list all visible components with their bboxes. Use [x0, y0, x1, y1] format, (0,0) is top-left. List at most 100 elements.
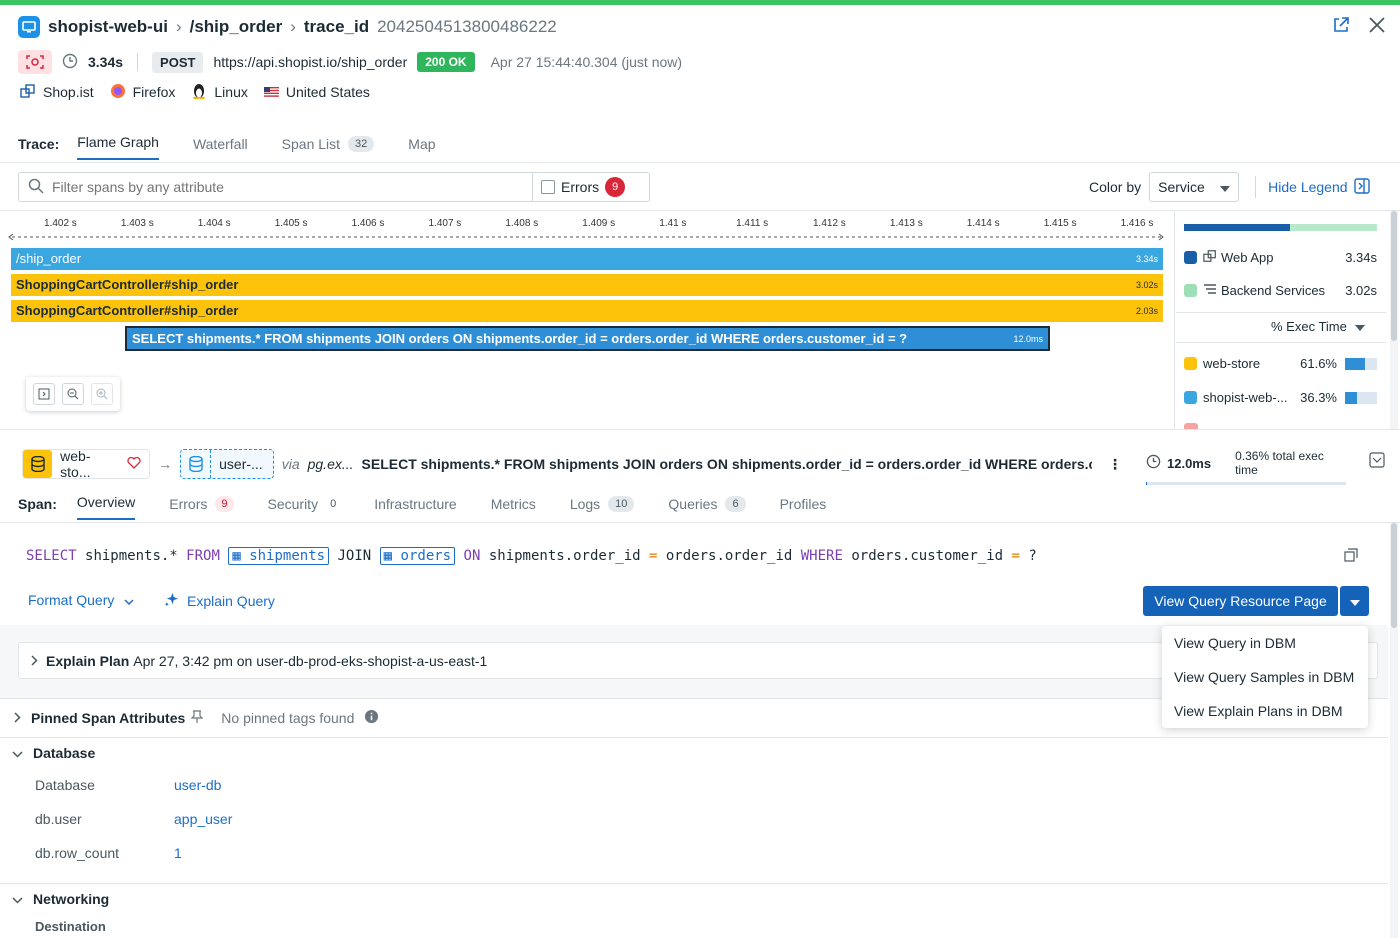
tab-waterfall[interactable]: Waterfall: [193, 136, 248, 160]
trace-id-label: trace_id: [303, 17, 370, 36]
tag-browser[interactable]: Firefox: [110, 83, 175, 102]
timeline-tick: 1.412 s: [813, 218, 846, 229]
http-method: POST: [152, 51, 204, 73]
collapse-icon[interactable]: [1369, 452, 1385, 471]
tag-app[interactable]: Shop.ist: [20, 83, 94, 102]
chevron-right-icon: [31, 653, 38, 669]
database-section-toggle[interactable]: Database: [12, 745, 95, 761]
sparkle-icon: [164, 592, 179, 610]
trace-header: shopist-web-ui › /ship_order › trace_id …: [18, 14, 557, 40]
from-service-chip[interactable]: web-sto...: [22, 448, 151, 480]
resource-name[interactable]: /ship_order: [190, 17, 283, 37]
tab-flame-graph[interactable]: Flame Graph: [77, 134, 159, 160]
tab-queries[interactable]: Queries 6: [668, 496, 746, 520]
view-query-resource-button[interactable]: View Query Resource Page: [1143, 586, 1338, 616]
hide-legend-button[interactable]: Hide Legend: [1268, 177, 1370, 197]
timeline-tick: 1.403 s: [120, 218, 154, 229]
trace-tabs-label: Trace:: [18, 136, 60, 152]
timeline-tick: 1.411 s: [736, 218, 769, 229]
divider: [1176, 312, 1386, 313]
table-link-orders[interactable]: ▦ orders: [379, 547, 456, 565]
divider: [0, 429, 1400, 430]
networking-section-toggle[interactable]: Networking: [12, 891, 109, 907]
resource-dropdown-menu: View Query in DBM View Query Samples in …: [1162, 626, 1368, 728]
attr-key-db-user: db.user: [35, 811, 82, 827]
format-query-button[interactable]: Format Query: [28, 592, 134, 608]
tab-errors[interactable]: Errors 9: [169, 496, 234, 520]
request-url[interactable]: https://api.shopist.io/ship_order: [213, 54, 407, 70]
tab-infrastructure[interactable]: Infrastructure: [374, 496, 456, 520]
explain-query-button[interactable]: Explain Query: [164, 592, 275, 610]
tab-map[interactable]: Map: [408, 136, 435, 160]
attr-value-database[interactable]: user-db: [174, 777, 221, 793]
attr-key-database: Database: [35, 777, 95, 793]
zoom-in-icon[interactable]: [90, 383, 113, 405]
tab-security[interactable]: Security 0: [268, 496, 341, 520]
legend-service-web-store[interactable]: web-store 61.6%: [1184, 356, 1377, 371]
flame-bar-ship-order[interactable]: /ship_order 3.34s: [11, 248, 1163, 270]
sql-query: SELECT shipments.* FROM ▦ shipments JOIN…: [26, 547, 1037, 565]
filter-spans-input[interactable]: [52, 179, 532, 195]
tab-logs[interactable]: Logs 10: [570, 496, 635, 520]
chevron-down-icon: [12, 891, 23, 907]
caret-down-icon: [1220, 179, 1231, 195]
span-tabs-label: Span:: [18, 496, 57, 512]
tag-os[interactable]: Linux: [191, 82, 248, 102]
zoom-out-icon[interactable]: [61, 383, 84, 405]
open-external-icon[interactable]: [1332, 16, 1350, 37]
legend-group-backend[interactable]: Backend Services 3.02s: [1184, 283, 1377, 298]
flame-bar-controller-2[interactable]: ShoppingCartController#ship_order 2.03s: [11, 300, 1163, 322]
service-pct-fill: [1345, 357, 1365, 370]
trace-id-value[interactable]: 2042504513800486222: [377, 17, 557, 37]
info-icon[interactable]: [364, 709, 379, 727]
tab-profiles[interactable]: Profiles: [780, 496, 827, 520]
menu-item-view-explain-plans-dbm[interactable]: View Explain Plans in DBM: [1162, 694, 1368, 728]
span-exec-summary: 12.0ms 0.36% total exec time: [1146, 449, 1346, 485]
heart-monitor-icon: [127, 456, 141, 472]
tab-overview[interactable]: Overview: [76, 494, 136, 520]
session-replay-icon[interactable]: [18, 50, 52, 74]
via-target: pg.ex...: [307, 456, 354, 472]
flame-bar-controller[interactable]: ShoppingCartController#ship_order 3.02s: [11, 274, 1163, 296]
content-scrollbar[interactable]: [1390, 523, 1398, 938]
errors-count-badge: 9: [605, 177, 626, 197]
tab-metrics[interactable]: Metrics: [491, 496, 536, 520]
legend-scrollbar[interactable]: [1390, 211, 1398, 429]
errors-checkbox[interactable]: [541, 180, 555, 194]
tag-country[interactable]: United States: [263, 84, 370, 100]
timeline-tick: 1.407 s: [428, 218, 462, 229]
attr-value-db-row-count[interactable]: 1: [174, 845, 182, 861]
legend-service-shopist-web[interactable]: shopist-web-... 36.3%: [1184, 390, 1377, 405]
span-count-badge: 32: [348, 136, 375, 152]
legend-group-web-app[interactable]: Web App 3.34s: [1184, 249, 1377, 266]
timeline-tick: 1.415 s: [1043, 218, 1077, 229]
more-options-icon[interactable]: ⋮: [1108, 456, 1122, 473]
firefox-icon: [110, 83, 126, 102]
copy-icon[interactable]: [1344, 548, 1358, 565]
flame-bar-sql-query[interactable]: SELECT shipments.* FROM shipments JOIN o…: [125, 326, 1050, 351]
service-name[interactable]: shopist-web-ui: [48, 17, 168, 37]
to-service-chip[interactable]: user-...: [180, 449, 274, 479]
color-by-select[interactable]: Service: [1149, 172, 1240, 202]
service-pct-fill: [1345, 391, 1357, 404]
fit-to-screen-icon[interactable]: [33, 383, 56, 405]
attr-key-db-row-count: db.row_count: [35, 845, 120, 861]
menu-item-view-samples-dbm[interactable]: View Query Samples in DBM: [1162, 660, 1368, 694]
table-link-shipments[interactable]: ▦ shipments: [228, 547, 330, 565]
span-query-title: SELECT shipments.* FROM shipments JOIN o…: [361, 456, 1092, 472]
divider: [0, 162, 1400, 163]
pinned-attributes-section[interactable]: Pinned Span Attributes No pinned tags fo…: [14, 709, 379, 727]
tab-span-list[interactable]: Span List 32: [282, 136, 375, 160]
request-duration: 3.34s: [88, 54, 124, 70]
resource-dropdown-toggle[interactable]: [1340, 586, 1369, 616]
networking-destination-label: Destination: [35, 919, 106, 934]
menu-item-view-query-dbm[interactable]: View Query in DBM: [1162, 626, 1368, 660]
errors-toggle[interactable]: Errors 9: [533, 177, 633, 197]
exec-time-sort[interactable]: % Exec Time: [1271, 319, 1365, 334]
close-icon[interactable]: [1368, 16, 1386, 37]
flame-graph[interactable]: 1.402 s 1.403 s 1.404 s 1.405 s 1.406 s 1.407…: [0, 211, 1175, 429]
chevron-right-icon: [14, 710, 21, 726]
timeline-tick: 1.405 s: [274, 218, 308, 229]
timeline-tick: 1.404 s: [197, 218, 231, 229]
attr-value-db-user[interactable]: app_user: [174, 811, 232, 827]
